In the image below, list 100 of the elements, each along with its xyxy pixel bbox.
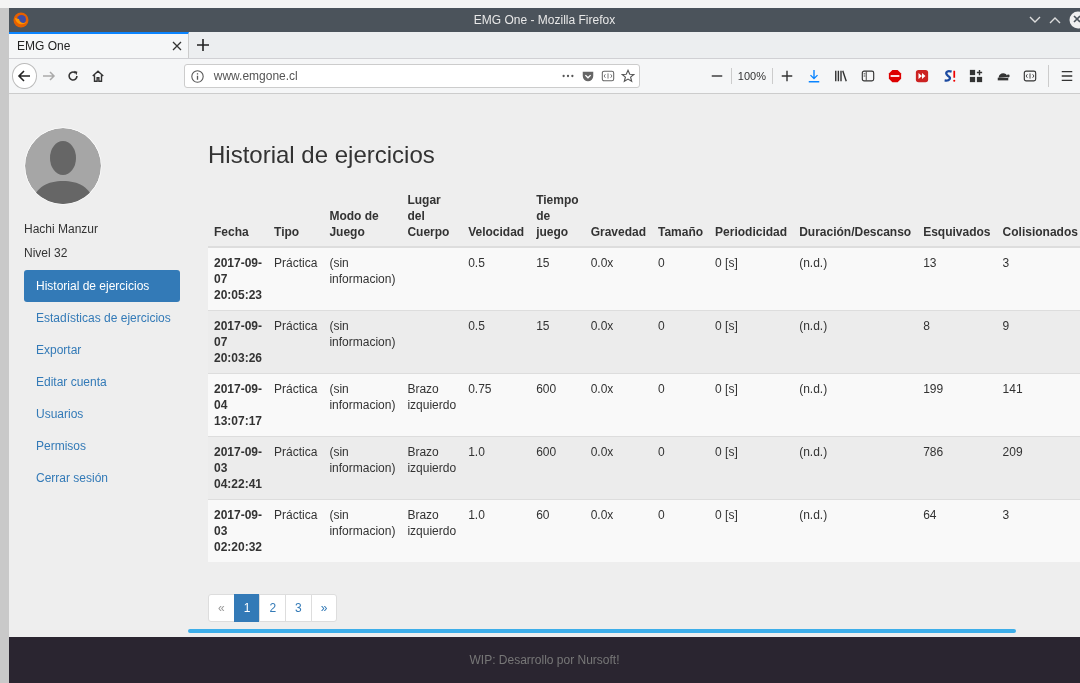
table-cell: 209 bbox=[996, 436, 1080, 500]
table-cell: Práctica bbox=[268, 373, 324, 437]
zoom-level[interactable]: 100% bbox=[730, 68, 773, 84]
table-cell: Brazo izquierdo bbox=[401, 436, 463, 500]
page-link[interactable]: « bbox=[208, 594, 235, 622]
table-cell: 141 bbox=[996, 373, 1080, 437]
reader-view-icon[interactable] bbox=[600, 69, 615, 83]
page-link[interactable]: 2 bbox=[259, 594, 287, 622]
table-cell: (n.d.) bbox=[793, 247, 918, 311]
table-cell: 199 bbox=[917, 373, 997, 437]
footer-text: WIP: Desarrollo por Nursoft! bbox=[469, 653, 620, 667]
reload-icon[interactable] bbox=[66, 69, 81, 83]
sidebar-item[interactable]: Permisos bbox=[24, 430, 180, 462]
table-cell: 0 [s] bbox=[709, 247, 794, 311]
sidebar-item[interactable]: Historial de ejercicios bbox=[24, 270, 180, 302]
table-cell: 8 bbox=[917, 310, 997, 374]
browser-tab[interactable]: EMG One bbox=[9, 32, 189, 58]
sidebar-item[interactable]: Estadísticas de ejercicios bbox=[24, 302, 180, 334]
table-cell: 0.0x bbox=[584, 310, 652, 374]
address-bar[interactable]: www.emgone.cl bbox=[183, 64, 640, 88]
sidebar-item[interactable]: Cerrar sesión bbox=[24, 462, 180, 494]
table-cell: 0 bbox=[652, 373, 710, 437]
table-cell: 15 bbox=[530, 247, 585, 311]
table-cell: 60 bbox=[530, 499, 585, 562]
table-cell: (n.d.) bbox=[793, 436, 918, 500]
table-cell: 64 bbox=[917, 499, 997, 562]
page-link[interactable]: » bbox=[310, 594, 338, 622]
table-cell: Brazo izquierdo bbox=[401, 499, 463, 562]
table-cell: 3 bbox=[996, 499, 1080, 562]
table-cell: 2017-09-04 13:07:17 bbox=[208, 373, 269, 437]
info-icon[interactable] bbox=[190, 69, 204, 83]
download-icon[interactable] bbox=[807, 69, 821, 83]
page-title: Historial de ejercicios bbox=[208, 140, 436, 170]
page-link[interactable]: 3 bbox=[285, 594, 312, 622]
zoom-in-icon[interactable] bbox=[780, 69, 794, 83]
table-cell: 0 bbox=[652, 436, 710, 500]
table-cell: 0.0x bbox=[584, 436, 652, 500]
sidebar-icon[interactable] bbox=[861, 69, 875, 83]
home-icon[interactable] bbox=[90, 69, 105, 83]
close-icon[interactable] bbox=[1069, 11, 1080, 29]
table-cell: Práctica bbox=[268, 436, 324, 500]
back-button[interactable] bbox=[12, 63, 37, 89]
table-cell: (sin informacion) bbox=[323, 310, 402, 374]
exclamation-logo-icon[interactable] bbox=[942, 69, 956, 83]
table-cell: 2017-09-07 20:05:23 bbox=[208, 247, 269, 311]
sidebar-item[interactable]: Usuarios bbox=[24, 398, 180, 430]
sidebar-item[interactable]: Exportar bbox=[24, 334, 180, 366]
grid-icon[interactable] bbox=[969, 69, 983, 83]
table-cell: 1.0 bbox=[462, 499, 531, 562]
table-cell: 0.5 bbox=[462, 247, 531, 311]
browser-logo-icon bbox=[13, 12, 29, 28]
table-cell: (sin informacion) bbox=[323, 247, 402, 311]
table-cell: 0.75 bbox=[462, 373, 531, 437]
close-tab-icon[interactable] bbox=[172, 41, 182, 51]
sidebar-item[interactable]: Editar cuenta bbox=[24, 366, 180, 398]
fast-forward-icon[interactable] bbox=[915, 69, 929, 83]
window-title: EMG One - Mozilla Firefox bbox=[473, 13, 616, 27]
table-cell: 9 bbox=[996, 310, 1080, 374]
table-cell: (n.d.) bbox=[793, 499, 918, 562]
table-cell: (n.d.) bbox=[793, 310, 918, 374]
table-cell: 2017-09-03 04:22:41 bbox=[208, 436, 269, 500]
table-cell: Práctica bbox=[268, 310, 324, 374]
user-level: Nivel 32 bbox=[24, 245, 69, 261]
table-cell: 0 [s] bbox=[709, 499, 794, 562]
table-cell: 0 bbox=[652, 247, 710, 311]
table-cell: 0 [s] bbox=[709, 373, 794, 437]
table-cell: 2017-09-07 20:03:26 bbox=[208, 310, 269, 374]
library-icon[interactable] bbox=[833, 69, 849, 83]
menu-icon[interactable] bbox=[1060, 69, 1074, 83]
table-cell: (sin informacion) bbox=[323, 373, 402, 437]
code-window-icon[interactable] bbox=[1023, 69, 1037, 83]
table-cell: Brazo izquierdo bbox=[401, 373, 463, 437]
table-cell: 600 bbox=[530, 373, 585, 437]
table-cell: 600 bbox=[530, 436, 585, 500]
minimize-icon[interactable] bbox=[1029, 16, 1041, 24]
table-cell: Práctica bbox=[268, 247, 324, 311]
table-cell: 0.5 bbox=[462, 310, 531, 374]
new-tab-icon[interactable] bbox=[197, 39, 209, 51]
bookmark-star-icon[interactable] bbox=[620, 69, 635, 83]
table-cell: 0.0x bbox=[584, 499, 652, 562]
table-cell: 13 bbox=[917, 247, 997, 311]
table-cell: 0 [s] bbox=[709, 436, 794, 500]
table-cell: (sin informacion) bbox=[323, 499, 402, 562]
user-name: Hachi Manzur bbox=[24, 221, 100, 237]
table-cell: (n.d.) bbox=[793, 373, 918, 437]
back-arrow-icon bbox=[17, 69, 32, 83]
table-cell: 0 [s] bbox=[709, 310, 794, 374]
table-cell: 0 bbox=[652, 499, 710, 562]
pocket-icon[interactable] bbox=[580, 69, 595, 83]
stop-sign-icon[interactable] bbox=[888, 69, 902, 83]
table-cell: Práctica bbox=[268, 499, 324, 562]
scrollbar[interactable] bbox=[188, 629, 1016, 633]
table-cell: 1.0 bbox=[462, 436, 531, 500]
table-cell: 786 bbox=[917, 436, 997, 500]
table-cell: 2017-09-03 02:20:32 bbox=[208, 499, 269, 562]
table-cell: 3 bbox=[996, 247, 1080, 311]
table-cell: 0 bbox=[652, 310, 710, 374]
maximize-icon[interactable] bbox=[1049, 16, 1061, 24]
table-cell: 15 bbox=[530, 310, 585, 374]
table-cell: 0.0x bbox=[584, 247, 652, 311]
